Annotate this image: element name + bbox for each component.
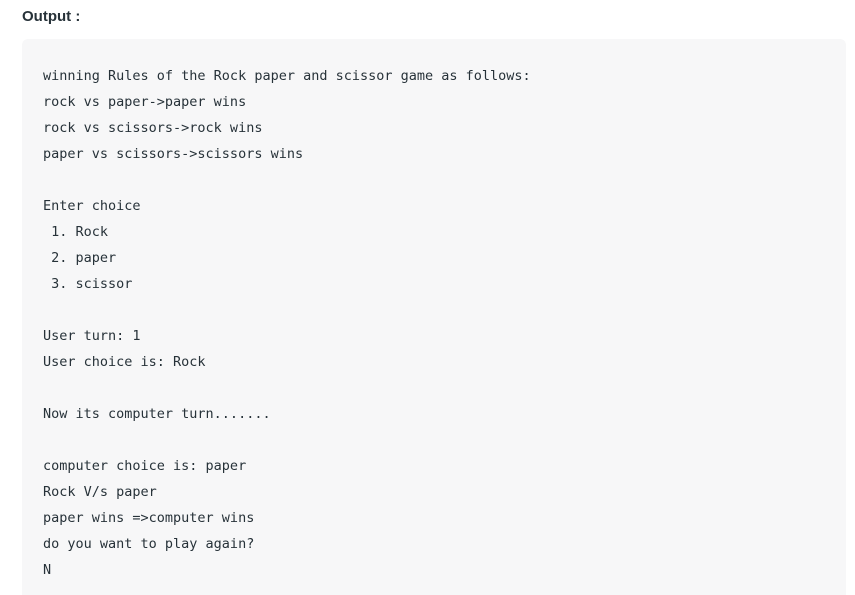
output-line: 1. Rock [43, 224, 109, 240]
output-line: Now its computer turn....... [43, 406, 271, 422]
output-line: rock vs paper->paper wins [43, 94, 247, 110]
output-code-block: winning Rules of the Rock paper and scis… [22, 39, 846, 595]
output-line: Enter choice [43, 198, 141, 214]
output-line: paper vs scissors->scissors wins [43, 146, 304, 162]
output-line: computer choice is: paper [43, 458, 247, 474]
output-line: User choice is: Rock [43, 354, 206, 370]
output-line: 2. paper [43, 250, 117, 266]
output-line: Rock V/s paper [43, 484, 157, 500]
output-line: N [43, 562, 52, 578]
output-line: paper wins =>computer wins [43, 510, 255, 526]
output-heading: Output : [22, 8, 81, 25]
output-line: 3. scissor [43, 276, 133, 292]
output-lines: winning Rules of the Rock paper and scis… [43, 63, 531, 583]
output-line: do you want to play again? [43, 536, 255, 552]
output-line: rock vs scissors->rock wins [43, 120, 263, 136]
output-line: winning Rules of the Rock paper and scis… [43, 68, 531, 84]
output-line: User turn: 1 [43, 328, 141, 344]
